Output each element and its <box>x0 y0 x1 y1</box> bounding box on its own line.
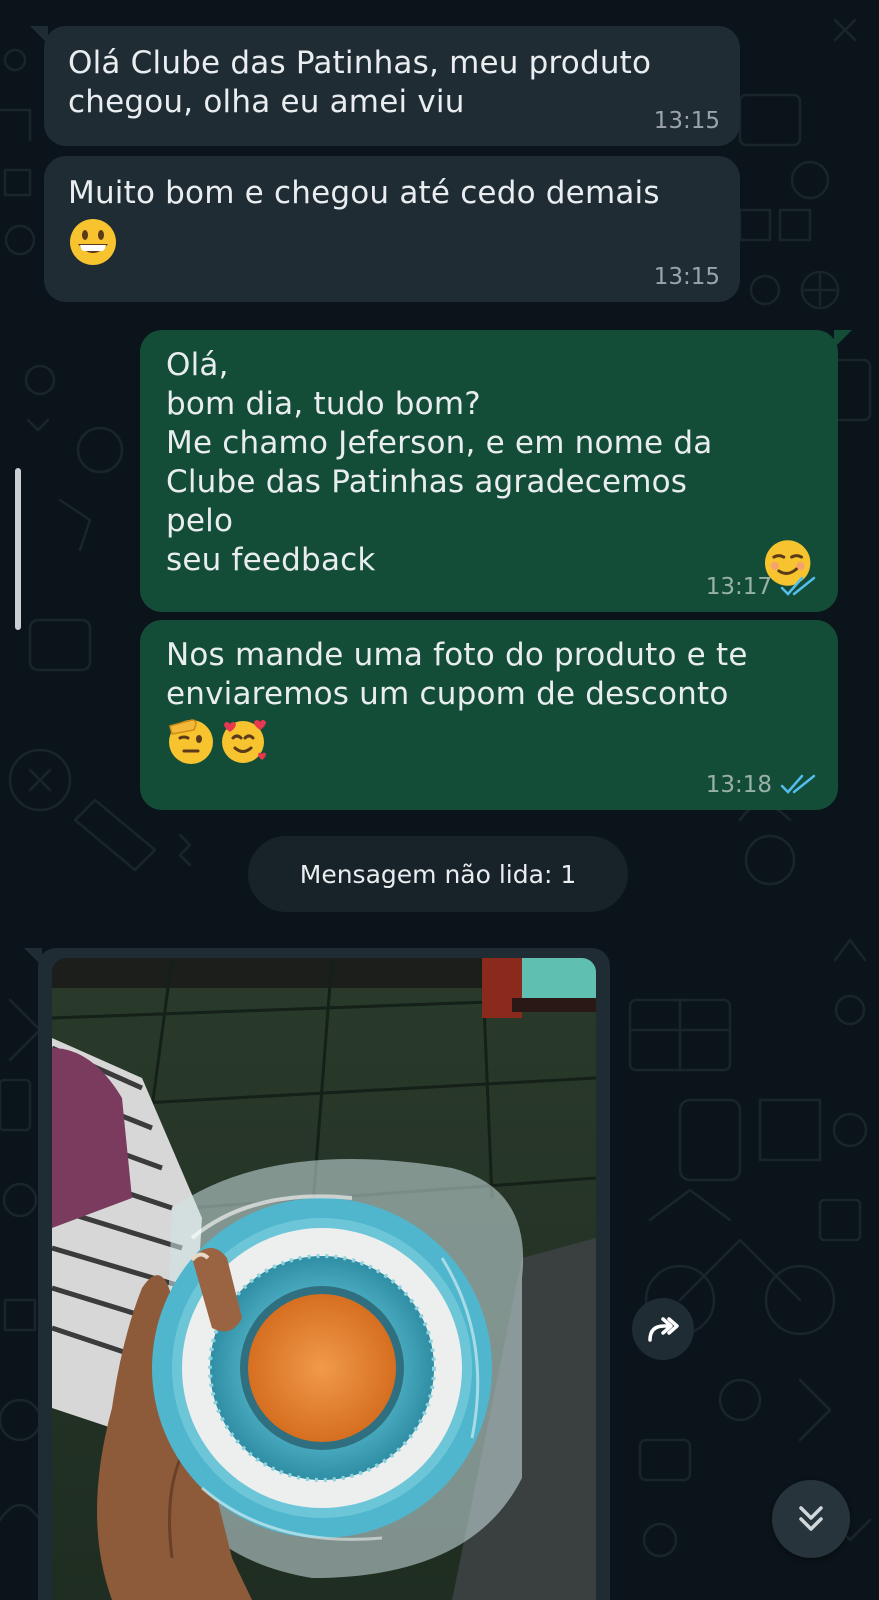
forward-button[interactable] <box>632 1298 694 1360</box>
incoming-message-2[interactable]: Muito bom e chegou até cedo demais 13:15 <box>44 156 740 302</box>
double-chevron-down-icon <box>799 1506 823 1531</box>
incoming-photo-message[interactable] <box>24 948 610 1600</box>
forward-icon <box>648 1317 679 1342</box>
grinning-face-icon <box>70 219 116 265</box>
message-text: Muito bom e chegou até cedo demais <box>68 175 660 211</box>
message-meta: 13:15 <box>654 264 720 290</box>
double-check-icon <box>780 774 816 794</box>
product-photo <box>52 958 596 1600</box>
outgoing-message-2[interactable]: Nos mande uma foto do produto e te envia… <box>140 620 838 810</box>
message-time: 13:15 <box>653 108 720 134</box>
smiling-face-with-hearts-icon <box>222 720 266 763</box>
message-meta: 13:18 <box>706 772 818 798</box>
message-time: 13:18 <box>705 772 772 798</box>
message-text: Olá, bom dia, tudo bom? Me chamo Jeferso… <box>166 347 713 578</box>
message-meta: 13:17 <box>706 574 818 600</box>
message-text: Nos mande uma foto do produto e te envia… <box>166 637 748 712</box>
message-photo[interactable] <box>52 958 596 1600</box>
message-text: Olá Clube das Patinhas, meu produto cheg… <box>68 45 652 120</box>
scroll-to-bottom-button[interactable] <box>772 1480 850 1558</box>
incoming-message-1[interactable]: Olá Clube das Patinhas, meu produto cheg… <box>30 26 740 146</box>
outgoing-message-1[interactable]: Olá, bom dia, tudo bom? Me chamo Jeferso… <box>140 330 852 612</box>
message-time: 13:17 <box>705 574 772 600</box>
unread-label: Mensagem não lida: 1 <box>299 859 577 889</box>
unread-messages-divider: Mensagem não lida: 1 <box>248 836 628 912</box>
message-meta: 13:15 <box>654 108 720 134</box>
saluting-face-icon <box>169 719 213 764</box>
message-time: 13:15 <box>653 264 720 290</box>
double-check-icon <box>780 576 816 596</box>
scrollbar[interactable] <box>15 468 21 630</box>
